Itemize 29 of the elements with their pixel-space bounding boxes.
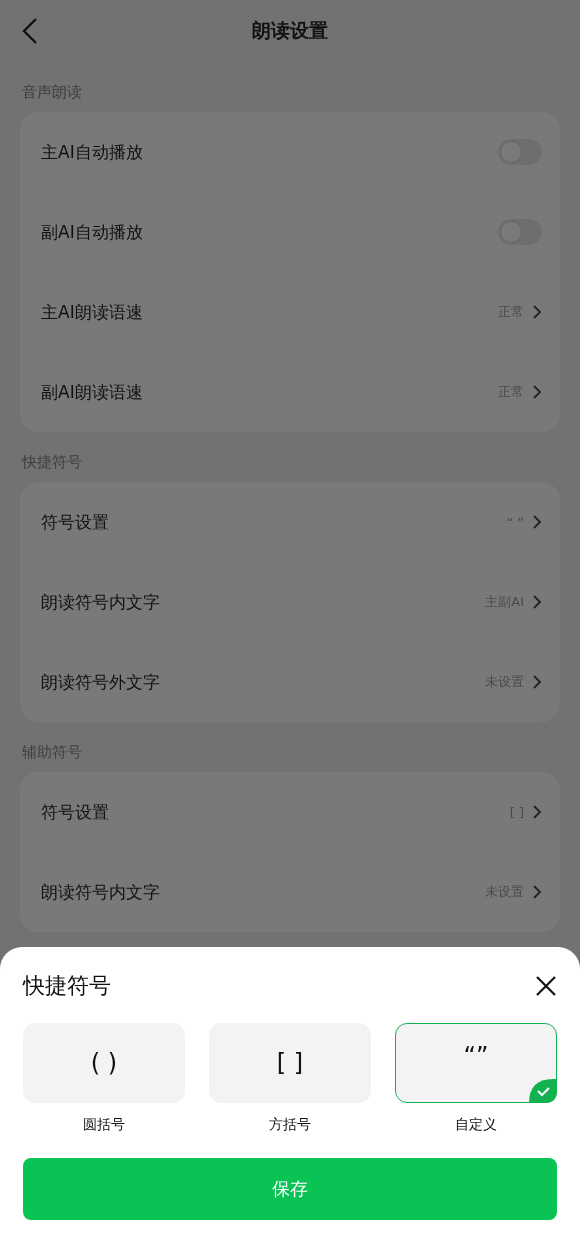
- sheet-title: 快捷符号: [23, 972, 111, 1000]
- option-label: 自定义: [455, 1116, 497, 1134]
- chevron-icon[interactable]: [532, 304, 542, 320]
- setting-label: 朗读符号外文字: [41, 670, 161, 694]
- chevron-icon[interactable]: [532, 804, 542, 820]
- symbol-option[interactable]: “”: [395, 1023, 557, 1103]
- close-icon[interactable]: [535, 975, 557, 997]
- back-icon[interactable]: [20, 17, 40, 45]
- symbol-option[interactable]: ( ): [23, 1023, 185, 1103]
- setting-value: [ ]: [509, 804, 524, 820]
- setting-label: 符号设置: [41, 510, 110, 534]
- symbol-option[interactable]: [ ]: [209, 1023, 371, 1103]
- setting-label: 朗读符号内文字: [41, 590, 161, 614]
- option-label: 方括号: [269, 1116, 311, 1134]
- setting-label: 符号设置: [41, 800, 110, 824]
- chevron-icon[interactable]: [532, 884, 542, 900]
- option-label: 圆括号: [83, 1116, 125, 1134]
- checkmark-icon: [529, 1079, 557, 1103]
- chevron-icon[interactable]: [532, 384, 542, 400]
- chevron-icon[interactable]: [532, 514, 542, 530]
- page-title: 朗读设置: [252, 18, 328, 43]
- setting-label: 主AI朗读语速: [41, 300, 144, 324]
- setting-label: 主AI自动播放: [41, 140, 144, 164]
- setting-label: 副AI自动播放: [41, 220, 144, 244]
- chevron-icon[interactable]: [532, 594, 542, 610]
- setting-value: “ ”: [506, 514, 524, 530]
- chevron-icon[interactable]: [532, 674, 542, 690]
- setting-label: 朗读符号内文字: [41, 880, 161, 904]
- setting-label: 副AI朗读语速: [41, 380, 144, 404]
